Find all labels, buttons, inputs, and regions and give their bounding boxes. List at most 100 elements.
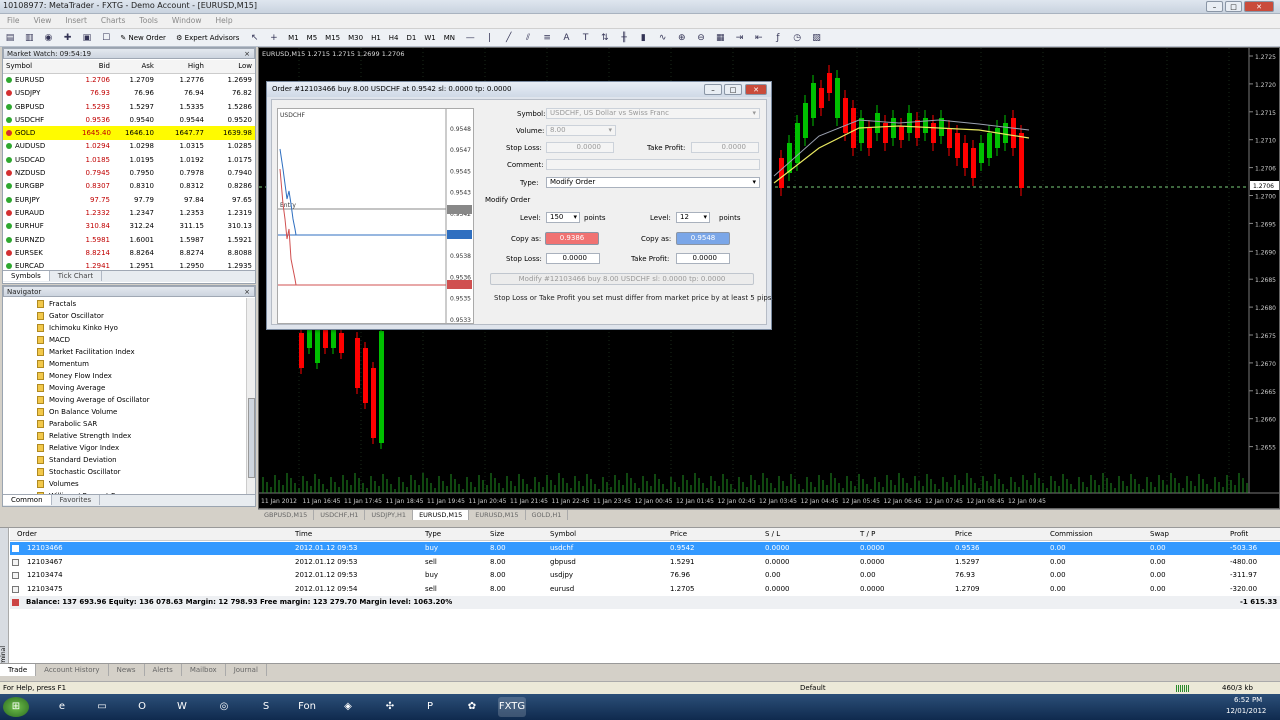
app-icon[interactable]: ◈: [334, 697, 362, 717]
chart-tab[interactable]: EURUSD,M15: [413, 510, 470, 520]
navigator-item[interactable]: Stochastic Oscillator: [3, 466, 245, 478]
column-header[interactable]: Low: [207, 60, 255, 74]
chart-shift-icon[interactable]: ⇤: [752, 31, 766, 45]
volume-field[interactable]: 8.00 ▾: [546, 125, 616, 136]
column-header[interactable]: High: [157, 60, 207, 74]
sl-level-field[interactable]: 150 ▾: [546, 212, 580, 223]
order-row[interactable]: 12103474 2012.01.12 09:53 buy 8.00 usdjpy 76.…: [10, 569, 1280, 582]
terminal-column-header[interactable]: Profit: [1230, 528, 1248, 541]
arrows-icon[interactable]: ⇅: [598, 31, 612, 45]
navigator-scrollbar[interactable]: [246, 298, 255, 494]
market-watch-row[interactable]: EURJPY 97.75 97.79 97.84 97.65: [3, 193, 255, 206]
terminal-column-header[interactable]: Type: [425, 528, 441, 541]
terminal-column-header[interactable]: Commission: [1050, 528, 1093, 541]
timeframe-h1[interactable]: H1: [368, 31, 384, 45]
zoom-in-icon[interactable]: ⊕: [675, 31, 689, 45]
navigator-item[interactable]: Relative Strength Index: [3, 430, 245, 442]
comment-field[interactable]: [546, 159, 760, 170]
autoscroll-icon[interactable]: ⇥: [733, 31, 747, 45]
crosshair-icon[interactable]: +: [267, 31, 281, 45]
stop-loss-field[interactable]: 0.0000: [546, 142, 614, 153]
fon-icon[interactable]: Fon: [293, 697, 321, 717]
navigator-item[interactable]: Volumes: [3, 478, 245, 490]
bar-chart-icon[interactable]: ╫: [617, 31, 631, 45]
terminal-column-header[interactable]: T / P: [860, 528, 875, 541]
timeframe-m30[interactable]: M30: [345, 31, 366, 45]
periods-icon[interactable]: ◷: [790, 31, 804, 45]
timeframe-m1[interactable]: M1: [285, 31, 302, 45]
new-order-button[interactable]: ✎ New Order: [117, 31, 168, 45]
word-icon[interactable]: W: [168, 697, 196, 717]
tab-journal[interactable]: Journal: [226, 664, 267, 676]
tester-icon[interactable]: ☐: [99, 31, 113, 45]
terminal-column-header[interactable]: Time: [295, 528, 312, 541]
tab-common[interactable]: Common: [3, 495, 52, 505]
chart-tab[interactable]: GOLD,H1: [526, 510, 569, 520]
navigator-item[interactable]: Ichimoku Kinko Hyo: [3, 322, 245, 334]
copy-sl-button[interactable]: 0.9386: [545, 232, 599, 245]
navigator-item[interactable]: Market Facilitation Index: [3, 346, 245, 358]
timeframe-m5[interactable]: M5: [304, 31, 321, 45]
navigator-item[interactable]: Relative Vigor Index: [3, 442, 245, 454]
candles-icon[interactable]: ▮: [636, 31, 650, 45]
tab-favorites[interactable]: Favorites: [52, 495, 101, 505]
market-watch-icon[interactable]: ◉: [41, 31, 55, 45]
market-watch-row[interactable]: USDCHF 0.9536 0.9540 0.9544 0.9520: [3, 113, 255, 126]
trendline-icon[interactable]: ╱: [502, 31, 516, 45]
timeframe-w1[interactable]: W1: [421, 31, 438, 45]
hline-icon[interactable]: —: [463, 31, 477, 45]
zoom-out-icon[interactable]: ⊖: [694, 31, 708, 45]
timeframe-d1[interactable]: D1: [404, 31, 420, 45]
dialog-maximize-button[interactable]: □: [724, 84, 742, 95]
market-watch-row[interactable]: GBPUSD 1.5293 1.5297 1.5335 1.5286: [3, 99, 255, 114]
navigator-item[interactable]: Parabolic SAR: [3, 418, 245, 430]
menu-item-view[interactable]: View: [27, 14, 59, 27]
order-row[interactable]: 12103475 2012.01.12 09:54 sell 8.00 eurusd 1.…: [10, 583, 1280, 596]
explorer-icon[interactable]: ▭: [88, 697, 116, 717]
symbol-select[interactable]: USDCHF, US Dollar vs Swiss Franc ▾: [546, 108, 760, 119]
spinner-icon[interactable]: ▾: [703, 213, 707, 222]
market-watch-row[interactable]: GOLD 1645.40 1646.10 1647.77 1639.98: [3, 126, 255, 140]
order-row[interactable]: 12103467 2012.01.12 09:53 sell 8.00 gbpusd 1.…: [10, 556, 1280, 569]
modify-button[interactable]: Modify #12103466 buy 8.00 USDCHF sl: 0.0…: [490, 273, 754, 285]
text-icon[interactable]: A: [559, 31, 573, 45]
order-row[interactable]: 12103466 2012.01.12 09:53 buy 8.00 usdchf 0.9…: [10, 542, 1280, 555]
label-icon[interactable]: T: [579, 31, 593, 45]
terminal-column-header[interactable]: Price: [670, 528, 687, 541]
expert-advisors-button[interactable]: ⚙ Expert Advisors: [173, 31, 242, 45]
navigator-icon[interactable]: ✚: [61, 31, 75, 45]
menu-item-tools[interactable]: Tools: [132, 14, 164, 27]
spinner-icon[interactable]: ▾: [573, 213, 577, 222]
scroll-thumb[interactable]: [248, 398, 255, 478]
market-watch-row[interactable]: EURSEK 8.8214 8.8264 8.8274 8.8088: [3, 246, 255, 259]
tab-alerts[interactable]: Alerts: [145, 664, 182, 676]
timeframe-mn[interactable]: MN: [441, 31, 458, 45]
navigator-item[interactable]: Moving Average of Oscillator: [3, 394, 245, 406]
market-watch-row[interactable]: NZDUSD 0.7945 0.7950 0.7978 0.7940: [3, 166, 255, 179]
column-header[interactable]: Ask: [113, 60, 157, 74]
market-watch-row[interactable]: AUDUSD 1.0294 1.0298 1.0315 1.0285: [3, 140, 255, 153]
menu-item-window[interactable]: Window: [165, 14, 209, 27]
timeframe-h4[interactable]: H4: [386, 31, 402, 45]
tab-symbols[interactable]: Symbols: [3, 271, 50, 281]
chart-tab[interactable]: GBPUSD,M15: [258, 510, 315, 520]
market-watch-row[interactable]: EURAUD 1.2332 1.2347 1.2353 1.2319: [3, 206, 255, 220]
market-watch-row[interactable]: USDCAD 1.0185 1.0195 1.0192 1.0175: [3, 153, 255, 167]
line-chart-icon[interactable]: ∿: [656, 31, 670, 45]
close-icon[interactable]: ×: [244, 49, 250, 60]
minimize-button[interactable]: –: [1206, 1, 1223, 12]
chart-tab[interactable]: USDJPY,H1: [365, 510, 414, 520]
navigator-item[interactable]: Gator Oscillator: [3, 310, 245, 322]
navigator-item[interactable]: Momentum: [3, 358, 245, 370]
chart-tab[interactable]: USDCHF,H1: [314, 510, 366, 520]
tools-icon[interactable]: ✣: [376, 697, 404, 717]
take-profit-2-field[interactable]: 0.0000: [676, 253, 730, 264]
menu-item-help[interactable]: Help: [208, 14, 239, 27]
dialog-minimize-button[interactable]: –: [704, 84, 722, 95]
copy-tp-button[interactable]: 0.9548: [676, 232, 730, 245]
outlook-icon[interactable]: O: [128, 697, 156, 717]
skype-icon[interactable]: S: [252, 697, 280, 717]
market-watch-row[interactable]: USDJPY 76.93 76.96 76.94 76.82: [3, 87, 255, 100]
stop-loss-2-field[interactable]: 0.0000: [546, 253, 600, 264]
market-watch-row[interactable]: EURGBP 0.8307 0.8310 0.8312 0.8286: [3, 179, 255, 193]
